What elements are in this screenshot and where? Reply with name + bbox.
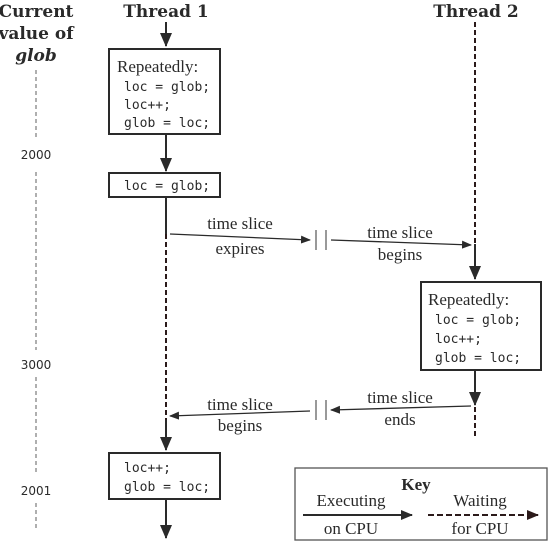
- value-column-header: Current value of glob: [0, 2, 75, 66]
- value-header-line2: value of: [0, 24, 75, 44]
- key-executing-label: Executing: [317, 491, 386, 510]
- value-header-line1: Current: [0, 2, 74, 22]
- legend-key: Key Executing on CPU Waiting for CPU: [294, 467, 548, 541]
- key-title: Key: [401, 475, 431, 494]
- code-line: glob = loc;: [435, 351, 521, 366]
- code-line: loc++;: [435, 332, 482, 347]
- code-line: loc = glob;: [124, 80, 210, 95]
- value-header-line3: glob: [15, 46, 57, 66]
- label: begins: [218, 416, 262, 435]
- code-line: glob = loc;: [124, 116, 210, 131]
- thread1-read-box: loc = glob;: [108, 172, 221, 198]
- box-title: Repeatedly:: [117, 57, 198, 76]
- thread-timeline-diagram: Current value of glob Thread 1 Thread 2 …: [0, 2, 548, 541]
- key-waiting-label2: for CPU: [451, 519, 508, 538]
- code-line: glob = loc;: [124, 480, 210, 495]
- code-line: loc = glob;: [124, 179, 210, 194]
- box-title: Repeatedly:: [428, 290, 509, 309]
- key-waiting-label: Waiting: [453, 491, 507, 510]
- label: time slice: [207, 214, 273, 233]
- glob-value-2001: 2001: [21, 484, 52, 498]
- label: begins: [378, 245, 422, 264]
- thread1-write-box: loc++; glob = loc;: [108, 452, 221, 500]
- code-line: loc = glob;: [435, 313, 521, 328]
- label: expires: [215, 239, 264, 258]
- label: time slice: [367, 388, 433, 407]
- label: ends: [384, 410, 415, 429]
- glob-value-3000: 3000: [21, 358, 52, 372]
- thread2-header: Thread 2: [433, 2, 518, 22]
- key-executing-label2: on CPU: [324, 519, 378, 538]
- code-line: loc++;: [124, 461, 171, 476]
- thread2-repeat-box: Repeatedly: loc = glob; loc++; glob = lo…: [420, 281, 542, 371]
- context-switch-2: time slice ends time slice begins: [169, 388, 472, 435]
- context-switch-1: time slice expires time slice begins: [169, 214, 472, 264]
- label: time slice: [367, 223, 433, 242]
- thread1-header: Thread 1: [123, 2, 208, 22]
- glob-value-2000: 2000: [21, 148, 52, 162]
- thread1-repeat-box: Repeatedly: loc = glob; loc++; glob = lo…: [108, 48, 221, 135]
- code-line: loc++;: [124, 98, 171, 113]
- label: time slice: [207, 395, 273, 414]
